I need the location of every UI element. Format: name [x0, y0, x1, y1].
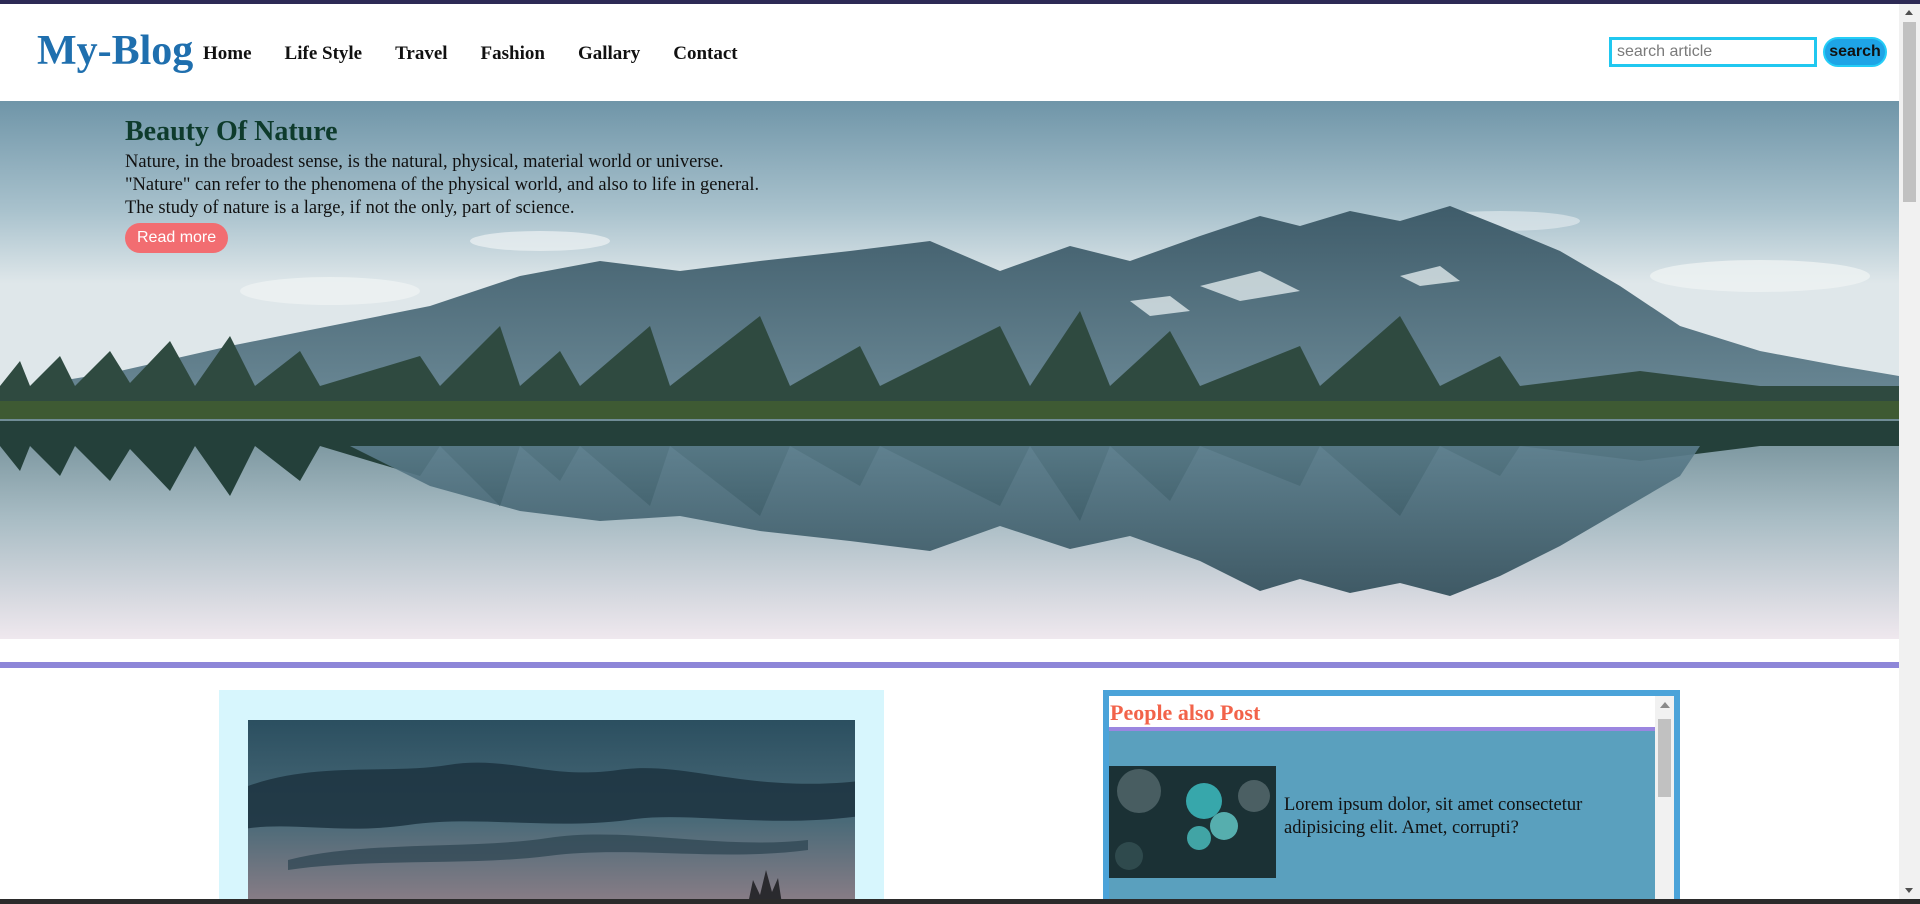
nav-gallary[interactable]: Gallary	[578, 44, 640, 63]
hero-text-block: Beauty Of Nature Nature, in the broadest…	[125, 115, 845, 253]
page-scrollbar[interactable]	[1899, 4, 1920, 899]
hero-line-2: "Nature" can refer to the phenomena of t…	[125, 174, 760, 195]
nav-fashion[interactable]: Fashion	[481, 44, 545, 63]
read-more-button[interactable]: Read more	[125, 222, 229, 253]
hero-line-3: The study of nature is a large, if not t…	[125, 197, 575, 218]
nav-travel[interactable]: Travel	[395, 44, 447, 63]
sidebar-post-text[interactable]: Lorem ipsum dolor, sit amet consectetur …	[1284, 794, 1644, 840]
sidebar-scroll-thumb[interactable]	[1658, 719, 1671, 797]
hero-description: Nature, in the broadest sense, is the na…	[125, 151, 845, 220]
page-scroll-down-icon[interactable]	[1905, 888, 1913, 893]
post-card	[219, 690, 884, 904]
main-nav: Home Life Style Travel Fashion Gallary C…	[203, 44, 771, 63]
sky-photo	[248, 720, 855, 904]
site-logo[interactable]: My-Blog	[37, 30, 193, 72]
search-button[interactable]: search	[1823, 37, 1887, 67]
hero-line-1: Nature, in the broadest sense, is the na…	[125, 151, 724, 172]
sidebar-header: People also Post	[1109, 696, 1655, 731]
section-divider	[0, 662, 1899, 668]
search-input[interactable]	[1609, 37, 1817, 67]
sidebar-scroll-area[interactable]: People also Post Lorem ipsum dolor, sit …	[1109, 696, 1674, 904]
rain-window-photo	[1109, 766, 1276, 878]
page-scroll-thumb[interactable]	[1903, 22, 1916, 202]
nav-contact[interactable]: Contact	[673, 44, 737, 63]
sidebar-post-item[interactable]: Lorem ipsum dolor, sit amet consectetur …	[1109, 766, 1655, 878]
post-image[interactable]	[248, 720, 855, 904]
scroll-up-arrow-icon[interactable]	[1660, 702, 1670, 708]
people-also-post-panel: People also Post Lorem ipsum dolor, sit …	[1103, 690, 1680, 904]
hero-title: Beauty Of Nature	[125, 116, 338, 147]
page-scroll-up-icon[interactable]	[1905, 10, 1913, 15]
sidebar-post-thumbnail[interactable]	[1109, 766, 1276, 878]
bottom-border	[0, 899, 1920, 904]
sidebar-scrollbar[interactable]	[1655, 696, 1674, 904]
hero-banner: Beauty Of Nature Nature, in the broadest…	[0, 101, 1899, 639]
site-header: My-Blog Home Life Style Travel Fashion G…	[0, 4, 1899, 101]
nav-home[interactable]: Home	[203, 44, 252, 63]
sidebar-title: People also Post	[1110, 700, 1261, 725]
nav-life-style[interactable]: Life Style	[285, 44, 363, 63]
